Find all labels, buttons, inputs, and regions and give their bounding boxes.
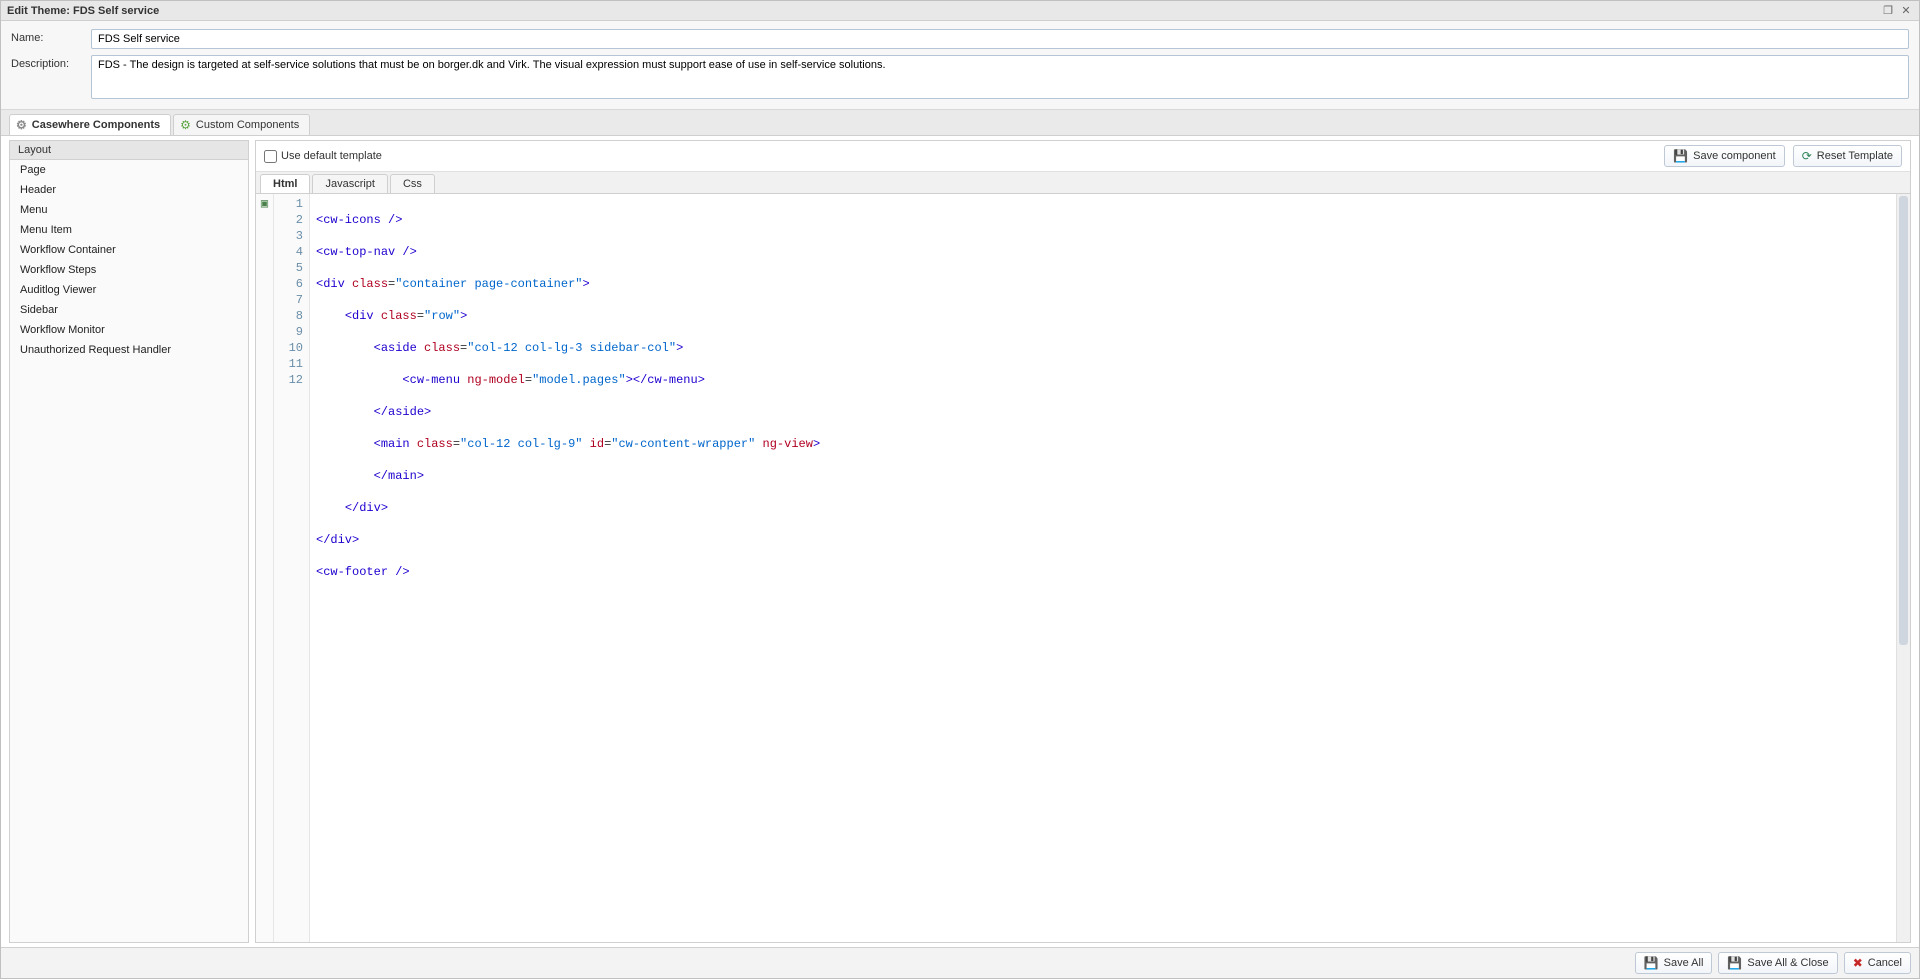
description-row: Description:	[11, 55, 1909, 99]
list-item[interactable]: Auditlog Viewer	[10, 280, 248, 300]
list-item[interactable]: Page	[10, 160, 248, 180]
layout-section-header: Layout	[10, 141, 248, 160]
line-number: 12	[276, 372, 303, 388]
cancel-icon: ✖	[1853, 956, 1863, 970]
line-number: 8	[276, 308, 303, 324]
description-label: Description:	[11, 55, 91, 70]
list-item[interactable]: Menu	[10, 200, 248, 220]
close-icon[interactable]: ✕	[1899, 4, 1913, 18]
code-editor[interactable]: ▣ 1 2 3 4 5 6 7 8 9 10 11 12 <cw-icons /…	[256, 194, 1910, 942]
line-number: 10	[276, 340, 303, 356]
name-row: Name:	[11, 29, 1909, 49]
save-all-close-button[interactable]: 💾 Save All & Close	[1718, 952, 1837, 974]
line-number: 5	[276, 260, 303, 276]
button-label: Save component	[1693, 150, 1776, 162]
component-list: Page Header Menu Menu Item Workflow Cont…	[10, 160, 248, 942]
button-label: Save All & Close	[1747, 957, 1828, 969]
list-item[interactable]: Workflow Steps	[10, 260, 248, 280]
fold-toggle-icon[interactable]: ▣	[256, 196, 273, 212]
tab-label: Custom Components	[196, 118, 299, 132]
editor-toolbar: Use default template 💾 Save component ⟳ …	[256, 141, 1910, 172]
cancel-button[interactable]: ✖ Cancel	[1844, 952, 1911, 974]
use-default-template-input[interactable]	[264, 150, 277, 163]
titlebar: Edit Theme: FDS Self service ❐ ✕	[1, 1, 1919, 21]
tab-javascript[interactable]: Javascript	[312, 174, 388, 193]
button-label: Reset Template	[1817, 150, 1893, 162]
refresh-icon: ⟳	[1802, 149, 1812, 163]
list-item[interactable]: Menu Item	[10, 220, 248, 240]
restore-icon[interactable]: ❐	[1881, 4, 1895, 18]
line-number: 3	[276, 228, 303, 244]
save-icon: 💾	[1644, 956, 1659, 970]
footer-bar: 💾 Save All 💾 Save All & Close ✖ Cancel	[1, 947, 1919, 978]
line-number: 4	[276, 244, 303, 260]
save-component-button[interactable]: 💾 Save component	[1664, 145, 1785, 167]
save-icon: 💾	[1727, 956, 1742, 970]
line-number: 6	[276, 276, 303, 292]
list-item[interactable]: Unauthorized Request Handler	[10, 340, 248, 360]
tab-casewhere-components[interactable]: ⚙ Casewhere Components	[9, 114, 171, 135]
main-area: Layout Page Header Menu Menu Item Workfl…	[1, 136, 1919, 947]
save-icon: 💾	[1673, 149, 1688, 163]
tab-custom-components[interactable]: ⚙ Custom Components	[173, 114, 310, 135]
list-item[interactable]: Sidebar	[10, 300, 248, 320]
line-number: 2	[276, 212, 303, 228]
tab-label: Casewhere Components	[32, 118, 160, 132]
line-number: 1	[276, 196, 303, 212]
button-label: Cancel	[1868, 957, 1902, 969]
list-item[interactable]: Header	[10, 180, 248, 200]
use-default-template-checkbox[interactable]: Use default template	[264, 150, 382, 163]
save-all-button[interactable]: 💾 Save All	[1635, 952, 1713, 974]
description-input[interactable]	[91, 55, 1909, 99]
form-area: Name: Description:	[1, 21, 1919, 110]
list-item[interactable]: Workflow Container	[10, 240, 248, 260]
outer-tabs: ⚙ Casewhere Components ⚙ Custom Componen…	[1, 110, 1919, 136]
code-content[interactable]: <cw-icons /> <cw-top-nav /> <div class="…	[310, 194, 1896, 942]
line-number: 11	[276, 356, 303, 372]
component-list-panel: Layout Page Header Menu Menu Item Workfl…	[9, 140, 249, 943]
gear-icon: ⚙	[16, 118, 27, 132]
use-default-template-label: Use default template	[281, 150, 382, 162]
editor-scrollbar[interactable]	[1896, 194, 1910, 942]
reset-template-button[interactable]: ⟳ Reset Template	[1793, 145, 1902, 167]
tab-html[interactable]: Html	[260, 174, 310, 193]
editor-lang-tabs: Html Javascript Css	[256, 172, 1910, 194]
gear-icon: ⚙	[180, 118, 191, 132]
window-title: Edit Theme: FDS Self service	[7, 5, 159, 17]
line-number: 7	[276, 292, 303, 308]
window: Edit Theme: FDS Self service ❐ ✕ Name: D…	[0, 0, 1920, 979]
line-number-gutter: 1 2 3 4 5 6 7 8 9 10 11 12	[274, 194, 310, 942]
tab-css[interactable]: Css	[390, 174, 435, 193]
gutter-fold-column: ▣	[256, 194, 274, 942]
editor-panel: Use default template 💾 Save component ⟳ …	[255, 140, 1911, 943]
button-label: Save All	[1664, 957, 1704, 969]
name-input[interactable]	[91, 29, 1909, 49]
line-number: 9	[276, 324, 303, 340]
list-item[interactable]: Workflow Monitor	[10, 320, 248, 340]
name-label: Name:	[11, 29, 91, 44]
scrollbar-thumb[interactable]	[1899, 196, 1908, 645]
